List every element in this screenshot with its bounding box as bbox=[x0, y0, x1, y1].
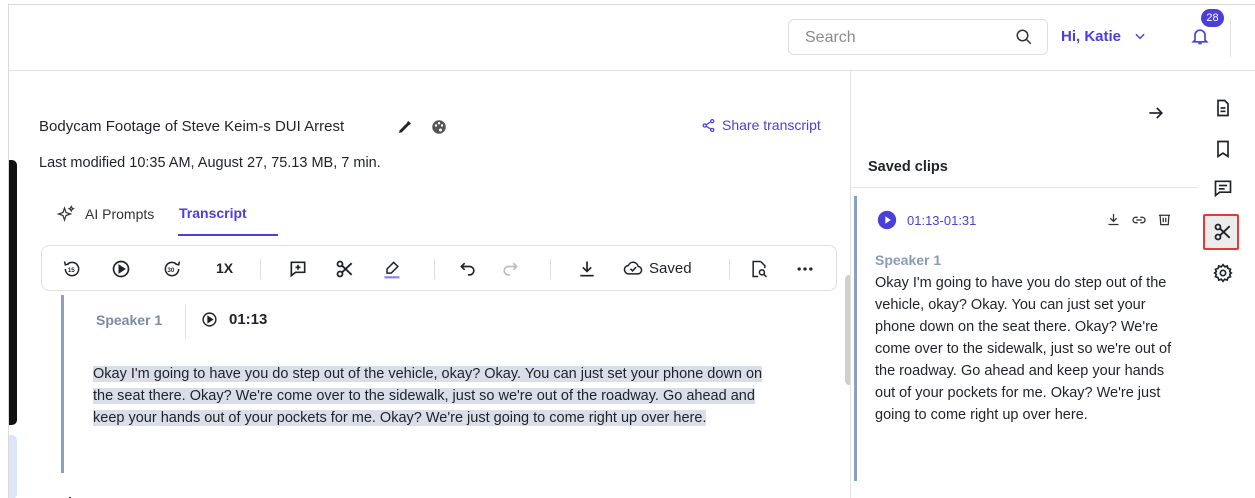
find-in-page-icon[interactable] bbox=[748, 258, 770, 280]
cloud-check-icon bbox=[623, 261, 643, 275]
chevron-down-icon[interactable] bbox=[1133, 29, 1147, 43]
playback-speed[interactable]: 1X bbox=[216, 260, 233, 276]
add-comment-icon[interactable] bbox=[287, 258, 309, 280]
comments-icon[interactable] bbox=[1211, 176, 1235, 200]
clip-delete-icon[interactable] bbox=[1157, 211, 1172, 227]
play-segment-icon[interactable] bbox=[201, 311, 218, 328]
left-edge-panel bbox=[9, 160, 17, 425]
saved-clips-panel: Saved clips 01:13-01:31 Speaker 1 Okay I… bbox=[851, 71, 1198, 498]
document-title: Bodycam Footage of Steve Keim-s DUI Arre… bbox=[39, 118, 345, 135]
right-icon-rail bbox=[1198, 71, 1255, 498]
share-icon bbox=[702, 118, 715, 132]
transcript-text[interactable]: Okay I'm going to have you do step out o… bbox=[93, 363, 783, 429]
svg-text:15: 15 bbox=[68, 267, 75, 274]
svg-text:30: 30 bbox=[167, 267, 174, 274]
panel-header-divider bbox=[851, 187, 1198, 188]
left-edge-panel-light bbox=[9, 435, 17, 498]
header-divider bbox=[1230, 19, 1231, 57]
clip-download-icon[interactable] bbox=[1106, 212, 1121, 227]
undo-icon[interactable] bbox=[457, 258, 479, 280]
segment-accent-bar bbox=[61, 295, 64, 473]
more-icon[interactable] bbox=[794, 258, 816, 280]
bookmark-icon[interactable] bbox=[1211, 137, 1235, 161]
forward-30-icon[interactable]: 30 bbox=[161, 258, 183, 280]
transcript-body: Speaker 1 01:13 Okay I'm going to have y… bbox=[41, 295, 841, 498]
collapse-panel-arrow-icon[interactable] bbox=[1146, 103, 1166, 123]
segment-separator bbox=[185, 305, 186, 339]
bell-icon[interactable] bbox=[1190, 25, 1210, 47]
toolbar-separator bbox=[729, 259, 730, 279]
speaker-label[interactable]: Speaker 1 bbox=[96, 312, 162, 328]
highlighted-text[interactable]: Okay I'm going to have you do step out o… bbox=[93, 366, 763, 426]
document-meta: Last modified 10:35 AM, August 27, 75.13… bbox=[39, 155, 381, 171]
highlighter-icon[interactable] bbox=[381, 258, 403, 280]
clip-time-range[interactable]: 01:13-01:31 bbox=[907, 213, 976, 228]
saved-status: Saved bbox=[623, 258, 692, 278]
clip-play-icon[interactable] bbox=[877, 210, 897, 230]
clip-link-icon[interactable] bbox=[1131, 212, 1147, 228]
tab-ai-prompts[interactable]: AI Prompts bbox=[57, 205, 154, 223]
document-icon[interactable] bbox=[1211, 96, 1235, 120]
download-icon[interactable] bbox=[576, 258, 598, 280]
palette-icon[interactable] bbox=[430, 118, 448, 136]
rewind-15-icon[interactable]: 15 bbox=[61, 258, 83, 280]
toolbar-separator bbox=[260, 259, 261, 279]
active-tab-indicator bbox=[178, 234, 278, 236]
clip-text: Okay I'm going to have you do step out o… bbox=[875, 275, 1172, 423]
saved-clips-title: Saved clips bbox=[868, 159, 948, 175]
search-placeholder: Search bbox=[805, 29, 856, 46]
sparkle-icon bbox=[57, 205, 75, 222]
pencil-icon[interactable] bbox=[397, 119, 413, 135]
segment-timestamp[interactable]: 01:13 bbox=[229, 311, 267, 328]
scissors-icon[interactable] bbox=[334, 258, 356, 280]
notification-badge: 28 bbox=[1201, 9, 1224, 27]
settings-icon[interactable] bbox=[1211, 261, 1235, 285]
clip-accent-bar bbox=[854, 196, 857, 481]
search-icon[interactable] bbox=[1015, 28, 1033, 46]
app-frame: Search Hi, Katie 28 Bodycam Footage of S… bbox=[8, 4, 1255, 498]
saved-label: Saved bbox=[649, 259, 692, 277]
toolbar-separator bbox=[434, 259, 435, 279]
top-header: Search Hi, Katie 28 bbox=[9, 5, 1255, 71]
share-transcript-label: Share transcript bbox=[722, 117, 821, 133]
play-icon[interactable] bbox=[110, 258, 132, 280]
search-input[interactable]: Search bbox=[788, 19, 1048, 55]
tab-transcript[interactable]: Transcript bbox=[179, 205, 247, 221]
scissors-icon[interactable] bbox=[1211, 220, 1235, 244]
transcript-toolbar: 15 30 1X Saved bbox=[41, 245, 837, 291]
redo-icon[interactable] bbox=[499, 258, 521, 280]
toolbar-separator bbox=[550, 259, 551, 279]
tab-ai-prompts-label: AI Prompts bbox=[85, 206, 155, 222]
clip-speaker-label: Speaker 1 bbox=[875, 252, 942, 268]
user-menu-greeting[interactable]: Hi, Katie bbox=[1061, 28, 1121, 45]
share-transcript-link[interactable]: Share transcript bbox=[701, 117, 821, 133]
